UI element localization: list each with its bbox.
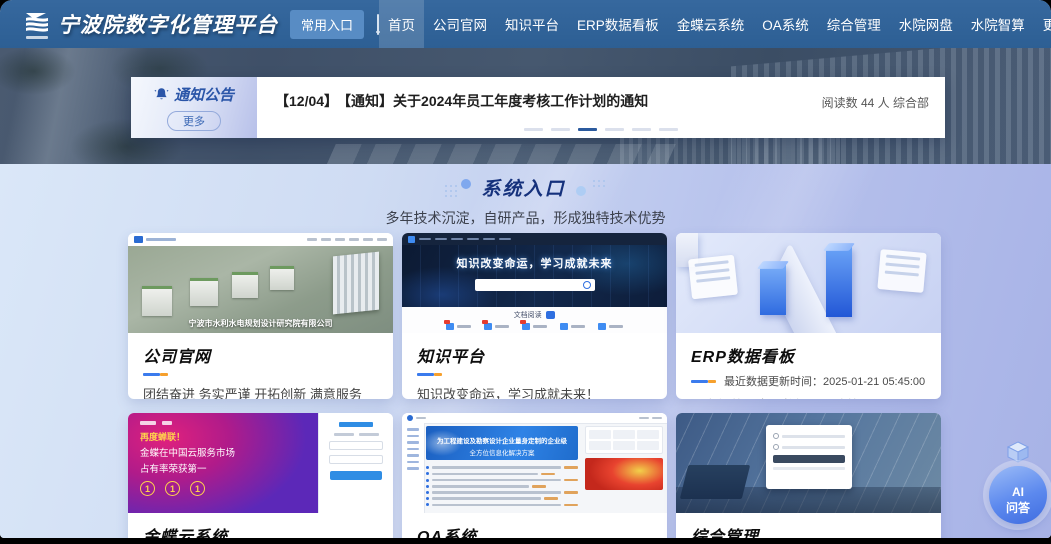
card-title: 知识平台 xyxy=(417,343,652,367)
section-title: 系统入口 xyxy=(481,174,565,201)
title-deco-left xyxy=(443,178,473,198)
kingdee-line1: 金蝶在中国云服务市场 xyxy=(140,445,318,459)
notice-read-meta: 阅读数 44 人 综合部 xyxy=(822,94,929,111)
erp-floating-panel xyxy=(688,255,738,300)
company-logo-icon[interactable] xyxy=(24,6,50,42)
nav-item-more[interactable]: 更多 xyxy=(1034,0,1051,48)
thumb-badge-label: 文档阅读 xyxy=(514,310,542,320)
notice-bell-icon xyxy=(154,87,169,102)
card-erp-dashboard[interactable]: ERP数据看板 最近数据更新时间：2025-01-21 05:45:00 洞察经… xyxy=(676,233,941,399)
thumb-logo xyxy=(134,236,143,243)
card-title: ERP数据看板 xyxy=(691,343,926,367)
kingdee-line2: 占有率荣获第一 xyxy=(140,461,318,475)
pager-dash-3-active[interactable] xyxy=(578,128,597,131)
card-oa-system[interactable]: 为工程建设及勘察设计企业量身定制的企业级 全方位信息化解决方案 xyxy=(402,413,667,538)
logo-glyph xyxy=(24,10,50,34)
ai-label-line2: 问答 xyxy=(1006,499,1030,516)
card-integrated-mgmt[interactable]: 综合管理 xyxy=(676,413,941,538)
notice-header-panel: 通知公告 更多 xyxy=(131,77,257,138)
erp-bar-chart xyxy=(826,247,852,317)
nav-item-company-site[interactable]: 公司官网 xyxy=(424,0,496,48)
main-nav: 首页 公司官网 知识平台 ERP数据看板 金蝶云系统 OA系统 综合管理 水院网… xyxy=(379,0,1051,48)
card-title: 金蝶云系统 xyxy=(143,523,378,538)
pager-dash-5[interactable] xyxy=(632,128,651,131)
notice-date: 【12/04】 xyxy=(275,93,338,109)
card-knowledge-platform[interactable]: 知识改变命运，学习成就未来 文档阅读 xyxy=(402,233,667,399)
system-cards-grid: 宁波市水利水电规划设计研究院有限公司 公司官网 团结奋进 务实严谨 开拓创新 满… xyxy=(128,233,941,538)
card-accent-dash xyxy=(143,373,378,376)
notice-more-button[interactable]: 更多 xyxy=(167,111,221,131)
section-subtitle: 多年技术沉淀，自研产品，形成独特技术优势 xyxy=(0,208,1051,228)
thumb-search-bar xyxy=(475,279,595,291)
notice-item[interactable]: 【12/04】【通知】关于2024年员工年度考核工作计划的通知 xyxy=(275,91,648,111)
card-title: 综合管理 xyxy=(691,523,926,538)
nav-item-knowledge[interactable]: 知识平台 xyxy=(496,0,568,48)
search-icon xyxy=(583,281,591,289)
ai-label-line1: AI xyxy=(1012,485,1024,499)
kingdee-thumbnail: 再度蝉联！ 金蝶在中国云服务市场 占有率荣获第一 1 1 1 xyxy=(128,413,393,513)
quick-entry-button[interactable]: 常用入口 xyxy=(290,10,364,39)
notice-pager xyxy=(524,128,678,131)
logo-subtext xyxy=(26,36,48,39)
card-kingdee-cloud[interactable]: 再度蝉联！ 金蝶在中国云服务市场 占有率荣获第一 1 1 1 xyxy=(128,413,393,538)
nav-item-netdisk[interactable]: 水院网盘 xyxy=(890,0,962,48)
card-title: OA系统 xyxy=(417,523,652,538)
notice-section-label: 通知公告 xyxy=(174,84,234,105)
mini-login-button xyxy=(773,455,845,463)
erp-thumbnail xyxy=(676,233,941,333)
erp-update-time: 最近数据更新时间：2025-01-21 05:45:00 xyxy=(724,373,925,389)
mini-login-box xyxy=(766,425,852,489)
card-title: 公司官网 xyxy=(143,343,378,367)
nav-item-home[interactable]: 首页 xyxy=(379,0,424,48)
oa-thumbnail: 为工程建设及勘察设计企业量身定制的企业级 全方位信息化解决方案 xyxy=(402,413,667,513)
oa-red-banner xyxy=(585,458,663,490)
kingdee-highlight: 再度蝉联！ xyxy=(140,430,318,443)
card-accent-dash xyxy=(417,373,652,376)
notice-body: 【12/04】【通知】关于2024年员工年度考核工作计划的通知 阅读数 44 人… xyxy=(257,77,945,138)
oa-banner-line2: 全方位信息化解决方案 xyxy=(426,447,578,457)
card-company-site[interactable]: 宁波市水利水电规划设计研究院有限公司 公司官网 团结奋进 务实严谨 开拓创新 满… xyxy=(128,233,393,399)
oa-doc-list xyxy=(426,463,578,506)
kingdee-login-button xyxy=(330,471,382,480)
thumb-count-badge xyxy=(546,311,556,319)
oa-quick-grid xyxy=(585,426,663,454)
pager-dash-4[interactable] xyxy=(605,128,624,131)
laptop-silhouette xyxy=(680,465,750,499)
nav-item-kingdee-cloud[interactable]: 金蝶云系统 xyxy=(668,0,754,48)
card-desc: 知识改变命运，学习成就未来！ xyxy=(417,384,652,399)
knowledge-thumbnail: 知识改变命运，学习成就未来 文档阅读 xyxy=(402,233,667,333)
page: 宁波院数字化管理平台 常用入口 首页 公司官网 知识平台 ERP数据看板 金蝶云… xyxy=(0,0,1051,538)
nav-item-oa[interactable]: OA系统 xyxy=(753,0,818,48)
kingdee-login-panel xyxy=(318,413,393,513)
ai-qa-button[interactable]: AI 问答 xyxy=(989,466,1047,524)
erp-floating-panel xyxy=(877,249,926,293)
title-deco-right xyxy=(574,177,608,199)
pager-dash-2[interactable] xyxy=(551,128,570,131)
pager-dash-1[interactable] xyxy=(524,128,543,131)
kingdee-medals: 1 1 1 xyxy=(140,481,318,496)
oa-banner-line1: 为工程建设及勘察设计企业量身定制的企业级 xyxy=(426,435,578,445)
notice-banner-card: 通知公告 更多 【12/04】【通知】关于2024年员工年度考核工作计划的通知 … xyxy=(131,77,945,138)
nav-item-integrated-mgmt[interactable]: 综合管理 xyxy=(818,0,890,48)
hero-banner: 通知公告 更多 【12/04】【通知】关于2024年员工年度考核工作计划的通知 … xyxy=(0,48,1051,164)
mobile-device-icon[interactable] xyxy=(377,14,379,35)
company-site-thumbnail: 宁波市水利水电规划设计研究院有限公司 xyxy=(128,233,393,333)
erp-bar-chart xyxy=(760,265,786,315)
card-desc: 团结奋进 务实严谨 开拓创新 满意服务 xyxy=(143,384,378,399)
nav-item-erp-dashboard[interactable]: ERP数据看板 xyxy=(568,0,668,48)
app-window: 宁波院数字化管理平台 常用入口 首页 公司官网 知识平台 ERP数据看板 金蝶云… xyxy=(0,0,1051,544)
app-title: 宁波院数字化管理平台 xyxy=(58,9,278,39)
erp-update-row: 最近数据更新时间：2025-01-21 05:45:00 xyxy=(691,373,926,389)
nav-item-smart-compute[interactable]: 水院智算 xyxy=(962,0,1034,48)
top-navbar: 宁波院数字化管理平台 常用入口 首页 公司官网 知识平台 ERP数据看板 金蝶云… xyxy=(0,0,1051,48)
system-entry-section: 系统入口 多年技术沉淀，自研产品，形成独特技术优势 xyxy=(0,164,1051,538)
ai-assistant-widget[interactable]: AI 问答 xyxy=(986,440,1050,536)
hero-rooftops xyxy=(324,144,676,164)
pager-dash-6[interactable] xyxy=(659,128,678,131)
integrated-mgmt-thumbnail xyxy=(676,413,941,513)
thumb-caption: 宁波市水利水电规划设计研究院有限公司 xyxy=(128,318,393,329)
thumb-headline: 知识改变命运，学习成就未来 xyxy=(402,245,667,271)
notice-title: 【通知】关于2024年员工年度考核工作计划的通知 xyxy=(344,93,648,109)
card-desc: 洞察经营动态，数据驱动决策 xyxy=(691,395,926,399)
